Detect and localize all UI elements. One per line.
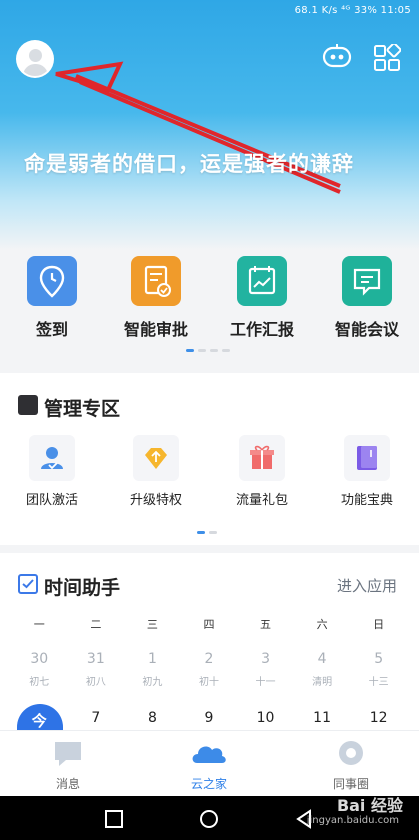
tab-label: 云之家: [190, 777, 227, 791]
weekday: 三: [146, 618, 158, 631]
weekday: 六: [316, 618, 328, 631]
date-cell[interactable]: 3: [237, 651, 294, 667]
home-icon[interactable]: [199, 809, 219, 829]
date-cell[interactable]: 2: [181, 651, 238, 667]
date-cell[interactable]: 31: [68, 651, 125, 667]
date-cell[interactable]: 9: [181, 710, 238, 731]
management-card: 管理专区 团队激活 升级特权 流量礼包 功能宝典: [0, 373, 419, 545]
today-cell[interactable]: 今: [11, 710, 68, 731]
weekday: 日: [373, 618, 385, 631]
lunar-cell: 清明: [312, 677, 333, 688]
tab-colleague-circle[interactable]: 同事圈: [296, 739, 406, 792]
date-cell[interactable]: 7: [68, 710, 125, 731]
lunar-cell: 十三: [368, 677, 389, 688]
mgmt-item-book[interactable]: 功能宝典: [315, 435, 419, 508]
quick-apps: 签到 智能审批 工作汇报 智能会议: [0, 256, 419, 339]
weekday-header: 一 二 三 四 五 六 日: [11, 616, 407, 632]
mgmt-item-upgrade[interactable]: 升级特权: [104, 435, 208, 508]
mgmt-label: 团队激活: [25, 493, 78, 508]
grid-icon[interactable]: [373, 44, 401, 72]
tab-label: 消息: [55, 777, 80, 791]
date-row: 30 31 1 2 3 4 5: [11, 651, 407, 667]
quick-app-report[interactable]: 工作汇报: [210, 256, 314, 340]
time-assistant-title: 时间助手: [44, 577, 121, 599]
mgmt-item-team[interactable]: 团队激活: [0, 435, 104, 508]
mgmt-label: 流量礼包: [235, 493, 288, 508]
quick-app-meeting[interactable]: 智能会议: [315, 256, 419, 340]
date-cell[interactable]: 1: [124, 651, 181, 667]
book-icon: [344, 435, 390, 481]
lunar-row: 初七 初八 初九 初十 十一 清明 十三: [11, 673, 407, 688]
weekday: 一: [33, 618, 45, 631]
upgrade-diamond-icon: [133, 435, 179, 481]
date-cell[interactable]: 11: [294, 710, 351, 731]
quick-app-label: 智能审批: [123, 320, 188, 339]
checkbox-calendar-icon: [18, 574, 38, 594]
slogan: 命是弱者的借口，运是强者的谦辞: [24, 152, 354, 176]
mgmt-item-gift[interactable]: 流量礼包: [210, 435, 314, 508]
mgmt-label: 功能宝典: [340, 493, 393, 508]
date-row: 今 7 8 9 10 11 12: [11, 710, 407, 731]
annotation-arrow: [55, 61, 341, 194]
quick-app-label: 工作汇报: [229, 320, 294, 339]
management-title: 管理专区: [44, 398, 121, 420]
date-cell[interactable]: 12: [350, 710, 407, 731]
status-bar: 68.1 K/s ⁴ᴳ 33% 11:05: [0, 0, 419, 24]
quick-app-label: 智能会议: [334, 320, 399, 339]
tab-messages[interactable]: 消息: [13, 739, 123, 792]
document-check-icon: [131, 256, 181, 306]
avatar[interactable]: [16, 40, 54, 78]
tie-icon: [18, 395, 38, 415]
watermark: Bai 经验: [336, 796, 403, 815]
bottom-tab-bar: 消息 云之家 同事圈: [0, 730, 419, 796]
circle-icon: [335, 739, 367, 767]
weekday: 四: [203, 618, 215, 631]
management-pager: [197, 531, 217, 534]
weekday: 五: [260, 618, 272, 631]
time-assistant-card: 时间助手 进入应用 一 二 三 四 五 六 日 30 31 1 2 3 4 5 …: [0, 553, 419, 744]
lunar-cell: 初九: [142, 677, 163, 688]
date-cell[interactable]: 30: [11, 651, 68, 667]
date-cell[interactable]: 10: [237, 710, 294, 731]
lunar-cell: 十一: [255, 677, 276, 688]
watermark-url: jingyan.baidu.com: [306, 815, 399, 826]
status-text: 68.1 K/s ⁴ᴳ 33% 11:05: [294, 5, 411, 16]
header-banner: 68.1 K/s ⁴ᴳ 33% 11:05 命是弱者的借口，运是强者的谦辞: [0, 0, 419, 250]
lunar-cell: 初七: [29, 677, 50, 688]
date-cell[interactable]: 4: [294, 651, 351, 667]
chart-calendar-icon: [237, 256, 287, 306]
gift-icon: [239, 435, 285, 481]
robot-icon[interactable]: [322, 44, 352, 70]
quick-app-sign-in[interactable]: 签到: [0, 256, 104, 340]
quick-app-label: 签到: [35, 320, 68, 339]
lunar-cell: 初八: [85, 677, 106, 688]
quick-app-approval[interactable]: 智能审批: [104, 256, 208, 340]
date-cell[interactable]: 5: [350, 651, 407, 667]
enter-app-link[interactable]: 进入应用: [337, 575, 397, 596]
lunar-cell: 初十: [198, 677, 219, 688]
weekday: 二: [90, 618, 102, 631]
chat-icon: [342, 256, 392, 306]
message-icon: [52, 739, 84, 767]
location-clock-icon: [27, 256, 77, 306]
tab-label: 同事圈: [332, 777, 369, 791]
date-cell[interactable]: 8: [124, 710, 181, 731]
team-user-icon: [29, 435, 75, 481]
cloud-icon: [192, 739, 226, 767]
mgmt-label: 升级特权: [129, 493, 182, 508]
recent-apps-icon[interactable]: [104, 809, 124, 829]
quick-apps-pager: [186, 349, 230, 352]
tab-cloud-home[interactable]: 云之家: [154, 739, 264, 792]
